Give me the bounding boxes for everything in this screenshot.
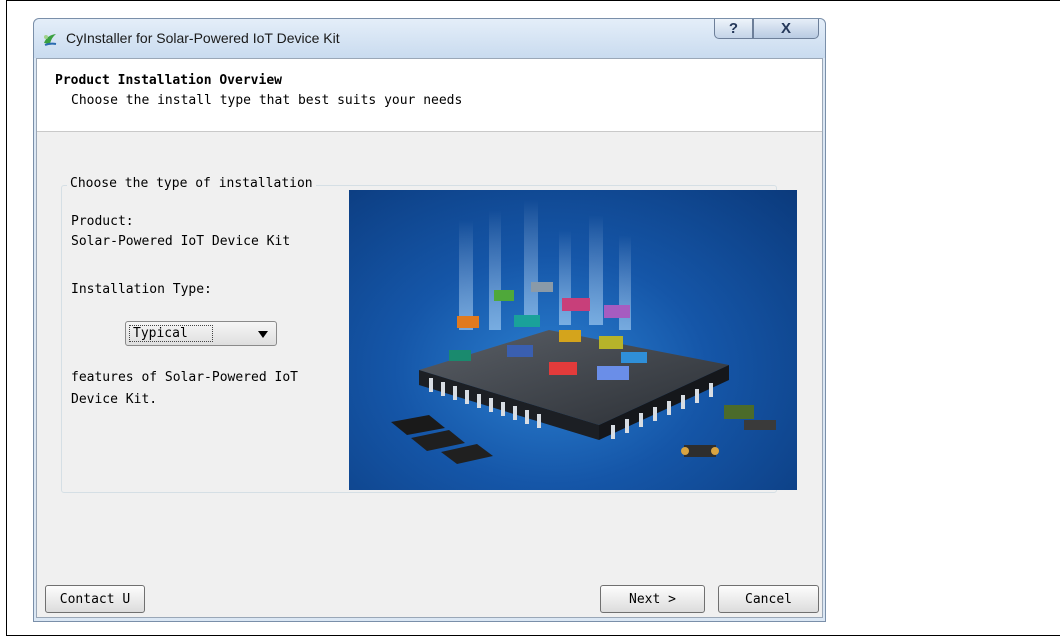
groupbox-legend: Choose the type of installation xyxy=(67,176,316,191)
description-line-1: features of Solar-Powered IoT xyxy=(71,370,298,385)
installation-type-select[interactable]: Typical xyxy=(125,321,277,346)
psoc-chip-illustration-icon xyxy=(391,200,776,464)
window-title: CyInstaller for Solar-Powered IoT Device… xyxy=(66,30,340,46)
help-icon: ? xyxy=(728,20,739,37)
wizard-client-area: Product Installation Overview Choose the… xyxy=(36,58,823,618)
close-icon: X xyxy=(780,20,791,37)
product-name: Solar-Powered IoT Device Kit xyxy=(71,234,291,249)
help-button[interactable]: ? xyxy=(714,19,753,39)
chevron-down-icon xyxy=(258,331,268,338)
product-hero-image xyxy=(349,190,797,490)
wizard-header: Product Installation Overview Choose the… xyxy=(37,59,822,132)
product-label: Product: xyxy=(71,214,134,229)
close-button[interactable]: X xyxy=(753,19,819,39)
description-line-2: Device Kit. xyxy=(71,392,158,407)
installation-type-label: Installation Type: xyxy=(71,282,212,297)
contact-us-button[interactable]: Contact U xyxy=(45,585,145,613)
installer-window: CyInstaller for Solar-Powered IoT Device… xyxy=(33,18,826,622)
title-bar[interactable]: CyInstaller for Solar-Powered IoT Device… xyxy=(34,19,825,58)
cancel-button[interactable]: Cancel xyxy=(718,585,819,613)
installer-app-icon xyxy=(44,34,57,46)
next-button[interactable]: Next > xyxy=(600,585,705,613)
installation-type-value: Typical xyxy=(129,325,213,342)
page-title: Product Installation Overview xyxy=(55,73,282,88)
page-subtitle: Choose the install type that best suits … xyxy=(71,93,463,108)
